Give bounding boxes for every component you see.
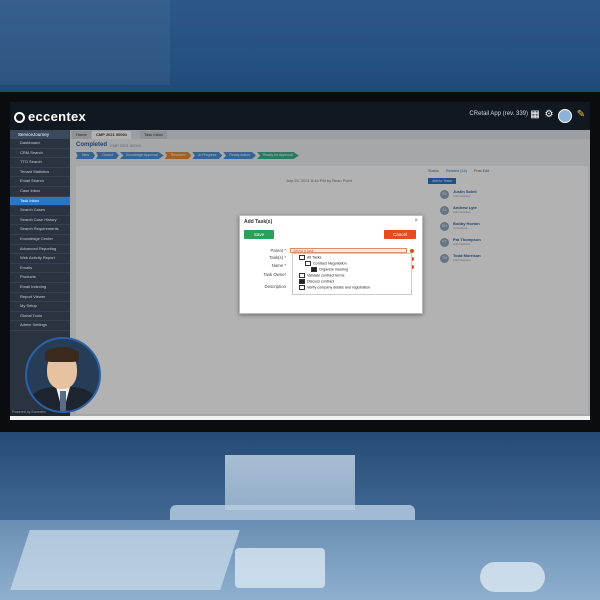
add-tasks-modal: Add Task(s) × Save Cancel Parent * Task(… bbox=[239, 215, 423, 314]
eye-icon bbox=[305, 261, 311, 266]
checkbox-icon bbox=[299, 285, 305, 290]
dropdown-option[interactable]: All Tasks bbox=[299, 255, 321, 260]
monitor-stand-neck bbox=[225, 455, 355, 510]
sidebar-list: Dashboard CRM Search TTO Search Tenant Stat… bbox=[10, 139, 70, 331]
sidebar-item[interactable]: Case Inbox bbox=[10, 187, 70, 197]
photo-hair bbox=[45, 347, 79, 362]
sidebar-item[interactable]: Email Search bbox=[10, 177, 70, 187]
grid-icon[interactable]: ▦ bbox=[530, 110, 540, 120]
desk-mouse bbox=[480, 562, 545, 592]
tasks-label: Task(s) * bbox=[269, 255, 286, 260]
sidebar-item[interactable]: Task Inbox bbox=[10, 196, 70, 207]
folder-icon bbox=[299, 255, 305, 260]
sidebar-item[interactable]: Search Cases bbox=[10, 206, 70, 216]
parent-dropdown: All Tasks Contract Negotiation Organize … bbox=[292, 253, 412, 295]
sidebar-item[interactable]: Knowledge Center bbox=[10, 235, 70, 245]
app-title: CRetail App (rev. 339) bbox=[469, 111, 528, 117]
name-label: Name * bbox=[271, 263, 286, 268]
parent-label: Parent * bbox=[270, 248, 286, 253]
app-topbar: eccentex CRetail App (rev. 339) ▦ ⚙ ✎ bbox=[10, 102, 590, 130]
dropdown-option[interactable]: Discuss contract bbox=[299, 279, 334, 284]
dropdown-option[interactable]: Verify company details and registration bbox=[299, 285, 370, 290]
phone-icon bbox=[299, 279, 305, 284]
wall-panel bbox=[0, 0, 170, 85]
sidebar-item[interactable]: CRM Search bbox=[10, 149, 70, 159]
sidebar-header[interactable]: ServiceJourney bbox=[10, 130, 70, 139]
task-owner-label: Task Owner bbox=[263, 272, 286, 277]
eye-icon bbox=[299, 273, 305, 278]
sidebar-item[interactable]: Web Activity Report bbox=[10, 254, 70, 264]
sidebar-item[interactable]: TTO Search bbox=[10, 158, 70, 168]
sidebar-item[interactable]: Admin Settings bbox=[10, 321, 70, 331]
close-icon[interactable]: × bbox=[414, 218, 418, 224]
dropdown-option[interactable]: Contract Negotiation bbox=[305, 261, 347, 266]
description-label: Description bbox=[264, 284, 287, 289]
dropdown-option[interactable]: Validate contract terms bbox=[299, 273, 344, 278]
sidebar-item[interactable]: Emails bbox=[10, 264, 70, 274]
presenter-photo bbox=[25, 337, 101, 413]
sidebar-item[interactable]: Report Viewer bbox=[10, 293, 70, 303]
user-avatar[interactable] bbox=[558, 109, 572, 123]
app-logo: eccentex bbox=[14, 109, 86, 124]
save-button[interactable]: Save bbox=[244, 230, 274, 239]
modal-title: Add Task(s) bbox=[244, 219, 273, 225]
logo-icon bbox=[14, 111, 25, 123]
gear-icon[interactable]: ⚙ bbox=[544, 110, 554, 120]
photo-tie bbox=[60, 391, 66, 411]
sidebar-item[interactable]: Products bbox=[10, 273, 70, 283]
sidebar-item[interactable]: Search Requirements bbox=[10, 225, 70, 235]
pencil-icon[interactable]: ✎ bbox=[576, 110, 586, 120]
sidebar-item[interactable]: Search Case History bbox=[10, 216, 70, 226]
sidebar-item[interactable]: Dashboard bbox=[10, 139, 70, 149]
sidebar-item[interactable]: Global Tools bbox=[10, 312, 70, 322]
sidebar-item[interactable]: My Setup bbox=[10, 302, 70, 312]
desk-paper bbox=[10, 530, 240, 590]
phone-icon bbox=[311, 267, 317, 272]
desk-notepad bbox=[235, 548, 325, 588]
sidebar-item[interactable]: Tenant Statistics bbox=[10, 168, 70, 178]
cancel-button[interactable]: Cancel bbox=[384, 230, 416, 239]
sidebar-item[interactable]: Email Indexing bbox=[10, 283, 70, 293]
sidebar-item[interactable]: Advanced Reporting bbox=[10, 245, 70, 255]
dropdown-option[interactable]: Organize meeting bbox=[311, 267, 348, 272]
